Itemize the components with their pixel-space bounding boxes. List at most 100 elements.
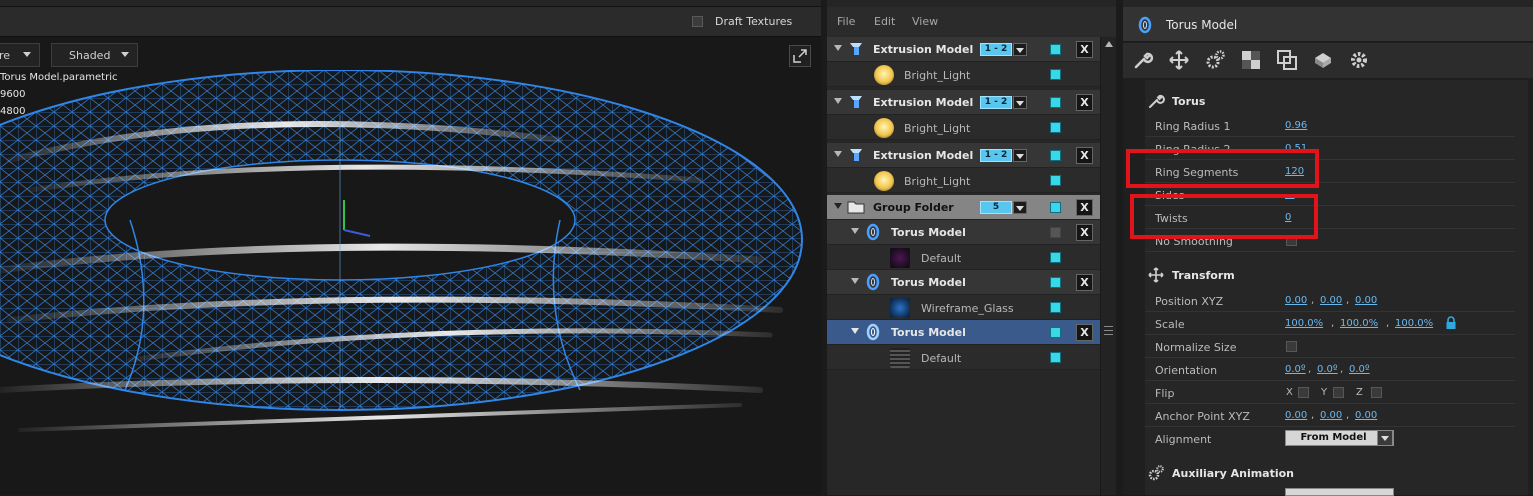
layer-row-material[interactable]: Bright_Light xyxy=(827,62,1100,87)
prop-value[interactable]: 0.96 xyxy=(1285,120,1307,131)
frame-range-dropdown[interactable] xyxy=(1013,149,1027,162)
flip-y-checkbox[interactable] xyxy=(1333,387,1344,398)
visibility-toggle[interactable] xyxy=(1050,150,1061,161)
anchor-y-value[interactable]: 0.00 xyxy=(1320,410,1342,421)
material-name: Bright_Light xyxy=(904,122,971,135)
scale-z-value[interactable]: 100.0% xyxy=(1395,318,1433,329)
visibility-toggle[interactable] xyxy=(1050,97,1061,108)
wrench-icon xyxy=(1149,94,1165,108)
expand-arrow-icon[interactable] xyxy=(834,98,842,104)
separator: , xyxy=(1386,318,1390,329)
visibility-toggle[interactable] xyxy=(1050,175,1061,186)
properties-toolbar xyxy=(1123,43,1533,78)
visibility-toggle[interactable] xyxy=(1050,302,1061,313)
section-title: Transform xyxy=(1172,269,1235,282)
delete-layer-button[interactable]: X xyxy=(1076,224,1093,241)
visibility-toggle[interactable] xyxy=(1050,327,1061,338)
layers-icon[interactable] xyxy=(1276,49,1298,71)
visibility-toggle[interactable] xyxy=(1050,252,1061,263)
layer-row-material[interactable]: Default xyxy=(827,345,1100,370)
position-z-value[interactable]: 0.00 xyxy=(1355,295,1377,306)
frame-range-badge: 1 - 2 xyxy=(980,149,1012,162)
expand-arrow-icon[interactable] xyxy=(851,328,859,334)
section-transform[interactable]: Transform xyxy=(1145,264,1515,286)
normalize-size-checkbox[interactable] xyxy=(1286,341,1297,352)
expand-arrow-icon[interactable] xyxy=(834,151,842,157)
prop-label: Flip xyxy=(1155,387,1175,400)
gears-icon[interactable] xyxy=(1204,49,1226,71)
visibility-toggle[interactable] xyxy=(1050,44,1061,55)
layer-row-material[interactable]: Bright_Light xyxy=(827,115,1100,140)
expand-arrow-icon[interactable] xyxy=(834,45,842,51)
scale-x-value[interactable]: 100.0% xyxy=(1285,318,1323,329)
separator: , xyxy=(1346,295,1350,306)
cube-icon[interactable] xyxy=(1312,49,1334,71)
orientation-z-value[interactable]: 0.0º xyxy=(1349,364,1370,375)
delete-layer-button[interactable]: X xyxy=(1076,274,1093,291)
delete-layer-button[interactable]: X xyxy=(1076,94,1093,111)
wireframe-material-icon xyxy=(890,298,910,318)
layer-scrollbar[interactable] xyxy=(1100,37,1116,495)
separator: , xyxy=(1311,295,1315,306)
scroll-up-icon[interactable] xyxy=(1105,41,1113,47)
delete-layer-button[interactable]: X xyxy=(1076,324,1093,341)
layer-row-torus-model-selected[interactable]: Torus Model X xyxy=(827,320,1100,345)
layer-row-material[interactable]: Default xyxy=(827,245,1100,270)
delete-layer-button[interactable]: X xyxy=(1076,41,1093,58)
layer-row-extrusion-model[interactable]: Extrusion Model 1 - 2 X xyxy=(827,90,1100,115)
menu-file[interactable]: File xyxy=(837,15,855,28)
viewport-panel[interactable]: Draft Textures re Shaded Torus Model.par… xyxy=(0,0,821,495)
anchor-z-value[interactable]: 0.00 xyxy=(1355,410,1377,421)
orientation-y-value[interactable]: 0.0º xyxy=(1317,364,1338,375)
alignment-dropdown[interactable]: From Model xyxy=(1285,430,1394,446)
properties-scrollbar[interactable] xyxy=(1528,78,1533,495)
expand-arrow-icon[interactable] xyxy=(834,203,842,209)
prop-label: Scale xyxy=(1155,318,1185,331)
properties-top-strip xyxy=(1123,0,1533,7)
menu-edit[interactable]: Edit xyxy=(874,15,895,28)
view-mode-value: re xyxy=(0,49,11,62)
prop-flip: Flip X Y Z xyxy=(1145,381,1515,404)
wrench-icon[interactable] xyxy=(1132,49,1154,71)
view-mode-dropdown[interactable]: re xyxy=(0,43,40,67)
layer-row-torus-model[interactable]: Torus Model X xyxy=(827,270,1100,295)
flip-z-checkbox[interactable] xyxy=(1371,387,1382,398)
position-x-value[interactable]: 0.00 xyxy=(1285,295,1307,306)
frame-range-dropdown[interactable] xyxy=(1013,43,1027,56)
layer-row-material[interactable]: Wireframe_Glass xyxy=(827,295,1100,320)
layer-row-group-folder[interactable]: Group Folder 5 X xyxy=(827,195,1100,220)
lock-icon[interactable] xyxy=(1445,316,1457,330)
visibility-toggle[interactable] xyxy=(1050,227,1061,238)
frame-range-dropdown[interactable] xyxy=(1013,201,1027,214)
visibility-toggle[interactable] xyxy=(1050,69,1061,80)
section-auxiliary-animation[interactable]: Auxiliary Animation xyxy=(1145,462,1515,484)
maximize-viewport-button[interactable] xyxy=(789,45,811,67)
delete-layer-button[interactable]: X xyxy=(1076,199,1093,216)
delete-layer-button[interactable]: X xyxy=(1076,147,1093,164)
viewport-canvas[interactable] xyxy=(0,70,821,495)
menu-view[interactable]: View xyxy=(912,15,938,28)
layer-row-material[interactable]: Bright_Light xyxy=(827,168,1100,193)
position-y-value[interactable]: 0.00 xyxy=(1320,295,1342,306)
layer-row-extrusion-model[interactable]: Extrusion Model 1 - 2 X xyxy=(827,37,1100,62)
shade-mode-dropdown[interactable]: Shaded xyxy=(51,43,138,67)
visibility-toggle[interactable] xyxy=(1050,352,1061,363)
checker-icon[interactable] xyxy=(1240,49,1262,71)
visibility-toggle[interactable] xyxy=(1050,202,1061,213)
expand-arrow-icon[interactable] xyxy=(851,228,859,234)
anchor-x-value[interactable]: 0.00 xyxy=(1285,410,1307,421)
expand-arrow-icon[interactable] xyxy=(851,278,859,284)
layer-row-torus-model[interactable]: Torus Model X xyxy=(827,220,1100,245)
section-torus[interactable]: Torus xyxy=(1145,90,1515,112)
draft-textures-checkbox[interactable] xyxy=(692,16,703,27)
scale-y-value[interactable]: 100.0% xyxy=(1340,318,1378,329)
visibility-toggle[interactable] xyxy=(1050,277,1061,288)
frame-range-dropdown[interactable] xyxy=(1013,96,1027,109)
move-icon[interactable] xyxy=(1168,49,1190,71)
gear-icon[interactable] xyxy=(1348,49,1370,71)
orientation-x-value[interactable]: 0.0º xyxy=(1285,364,1306,375)
layer-row-extrusion-model[interactable]: Extrusion Model 1 - 2 X xyxy=(827,143,1100,168)
scroll-grip-icon[interactable] xyxy=(1104,326,1113,335)
flip-x-checkbox[interactable] xyxy=(1298,387,1309,398)
visibility-toggle[interactable] xyxy=(1050,122,1061,133)
